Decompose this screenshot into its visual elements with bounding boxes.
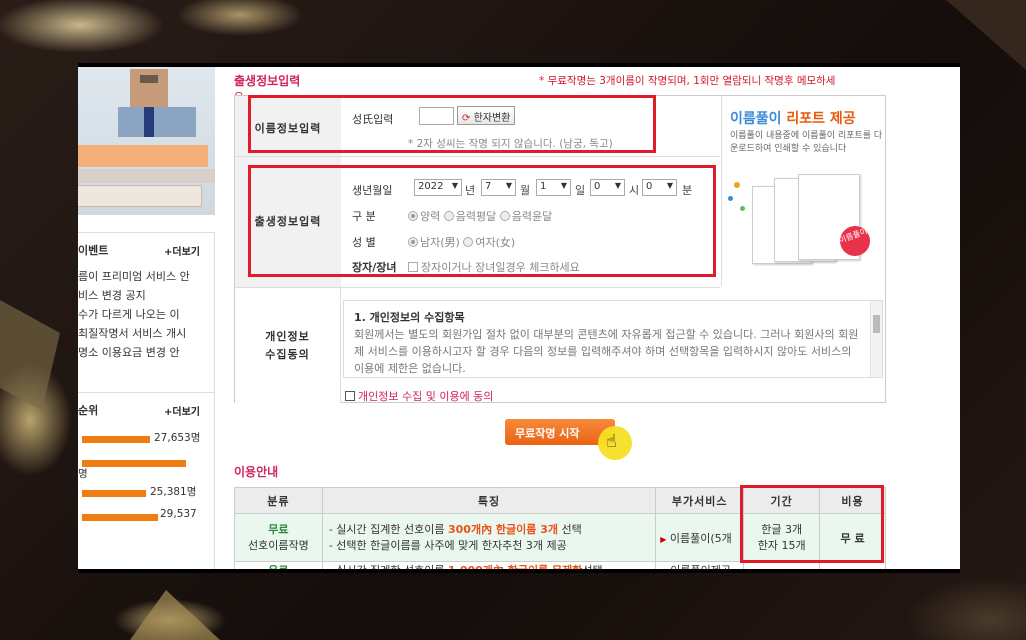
consent-textarea[interactable]: 1. 개인정보의 수집항목 회원께서는 별도의 회원가입 절차 없이 대부분의 … <box>343 300 883 378</box>
free-naming-notice: * 무료작명는 3개이름이 작명되며, 1회만 열람되니 작명후 메모하세 <box>539 75 836 87</box>
feature-cell: - 실시간 집계한 선호이름 300개內 한글이름 3개 선택 - 선택한 한글… <box>321 513 657 562</box>
table-header: 부가서비스 <box>655 487 745 514</box>
ranking-bar <box>82 514 158 521</box>
category-type: 무료 <box>268 522 289 536</box>
report-title-b: 리포트 제공 <box>786 111 856 127</box>
feature-highlight: 1,000개內 한글이름 무제한 <box>448 564 583 573</box>
ranking-bar <box>82 460 186 467</box>
events-title: 이벤트 <box>78 244 109 257</box>
feature-text: 선택 <box>558 522 582 536</box>
extra-cell: 이름풀이제공 <box>655 561 745 569</box>
table-header: 분류 <box>234 487 323 514</box>
feature-text: - 실시간 집계한 선호이름 <box>328 564 448 573</box>
ranking-box: 순위 +더보기 27,653명 명 25,381명 29,537 <box>78 392 215 569</box>
report-desc: 이름풀이 내용중에 이름풀이 리포트를 다운로드하여 인쇄할 수 있습니다 <box>730 131 883 154</box>
start-button-label: 무료작명 시작 <box>515 427 580 440</box>
highlight-box-name <box>248 95 656 153</box>
birth-section-title: 출생정보입력 <box>234 74 301 88</box>
ranking-bar <box>82 490 146 497</box>
consent-row-label: 개인정보 수집동의 <box>235 288 341 403</box>
pixelated-suit <box>118 107 196 137</box>
ranking-value: 29,537 <box>160 508 197 520</box>
left-sidebar: 이벤트 +더보기 름이 프리미엄 서비스 안 비스 변경 공지 수가 다르게 나… <box>78 67 215 569</box>
pixelated-banner-button <box>78 185 202 207</box>
event-item[interactable]: 름이 프리미엄 서비스 안 <box>78 267 214 286</box>
arrow-right-icon: ▶ <box>660 534 667 544</box>
pixelated-banner-text <box>78 169 215 183</box>
category-cell: 무료 선호이름작명 <box>234 513 323 562</box>
monitor-screen: 이벤트 +더보기 름이 프리미엄 서비스 안 비스 변경 공지 수가 다르게 나… <box>78 63 960 573</box>
table-header: 특징 <box>321 487 657 514</box>
extra-cell: ▶ 이름풀이(5개 <box>655 513 745 562</box>
table-row: 유료 - 실시간 집계한 선호이름 1,000개內 한글이름 무제한선택 이름풀… <box>234 561 886 573</box>
pixelated-glasses <box>140 75 158 83</box>
report-title-a: 이름풀이 <box>730 111 782 127</box>
category-name: 선호이름작명 <box>248 538 309 552</box>
main-content: 출생정보입력 * 무료작명는 3개이름이 작명되며, 1회만 열람되니 작명후 … <box>234 67 960 573</box>
ranking-more-link[interactable]: +더보기 <box>164 403 200 418</box>
report-title: 이름풀이 리포트 제공 <box>730 108 856 128</box>
consent-body: 회원께서는 별도의 회원가입 절차 없이 대부분의 콘텐츠에 자유롭게 접근할 … <box>354 328 859 375</box>
category-type: 유료 <box>268 564 289 573</box>
feature-text: 선택 <box>582 564 603 573</box>
consent-agree-checkbox[interactable]: 개인정보 수집 및 이용에 동의 <box>345 388 493 404</box>
consent-label-2: 수집동의 <box>265 348 310 361</box>
feature-highlight: 300개內 한글이름 3개 <box>448 522 558 536</box>
extra-link[interactable]: 이름풀이(5개 <box>670 532 732 545</box>
scrollbar-thumb[interactable] <box>873 315 880 333</box>
consent-agree-text: 개인정보 수집 및 이용에 동의 <box>358 390 494 403</box>
feature-text: - 실시간 집계한 선호이름 <box>328 522 448 536</box>
ranking-title: 순위 <box>78 404 99 417</box>
consent-label-1: 개인정보 <box>265 330 310 343</box>
ranking-value: 25,381명 <box>150 486 197 498</box>
dot-decoration <box>728 196 733 201</box>
usage-title: 이용안내 <box>234 465 279 479</box>
ranking-value: 27,653명 <box>154 432 201 444</box>
highlight-box-period-cost <box>740 485 884 563</box>
events-more-link[interactable]: +더보기 <box>164 243 200 258</box>
consent-heading: 1. 개인정보의 수집항목 <box>354 311 465 324</box>
dot-decoration <box>734 182 740 188</box>
event-item[interactable]: 최질작명서 서비스 개시 <box>78 324 214 343</box>
period-cell <box>743 561 821 569</box>
event-item[interactable]: 비스 변경 공지 <box>78 286 214 305</box>
ranking-value: 명 <box>78 468 88 480</box>
feature-text: - 선택한 한글이름를 사주에 맞게 한자추천 3개 제공 <box>328 538 567 552</box>
dot-decoration <box>740 206 745 211</box>
pixelated-tie <box>144 107 154 137</box>
ranking-bar <box>82 436 150 443</box>
highlight-box-birth <box>248 165 716 277</box>
consent-scrollbar[interactable] <box>870 301 882 377</box>
pixelated-banner-text <box>78 145 208 167</box>
event-item[interactable]: 명소 이용요금 변경 안 <box>78 343 214 362</box>
ranking-row: 27,653명 <box>78 427 214 451</box>
hand-pointer-icon: ☝ <box>606 431 617 452</box>
ranking-row: 29,537 <box>78 505 214 529</box>
events-box: 이벤트 +더보기 름이 프리미엄 서비스 안 비스 변경 공지 수가 다르게 나… <box>78 232 215 402</box>
event-item[interactable]: 수가 다르게 나오는 이 <box>78 305 214 324</box>
profile-banner <box>78 67 215 215</box>
checkbox-icon <box>345 391 355 401</box>
feature-cell: - 실시간 집계한 선호이름 1,000개內 한글이름 무제한선택 <box>321 561 657 573</box>
ranking-row: 25,381명 <box>78 481 214 505</box>
cost-cell <box>819 561 886 569</box>
ranking-row: 명 <box>78 451 214 481</box>
report-promo: 이름풀이 리포트 제공 이름풀이 내용중에 이름풀이 리포트를 다운로드하여 인… <box>721 96 886 286</box>
